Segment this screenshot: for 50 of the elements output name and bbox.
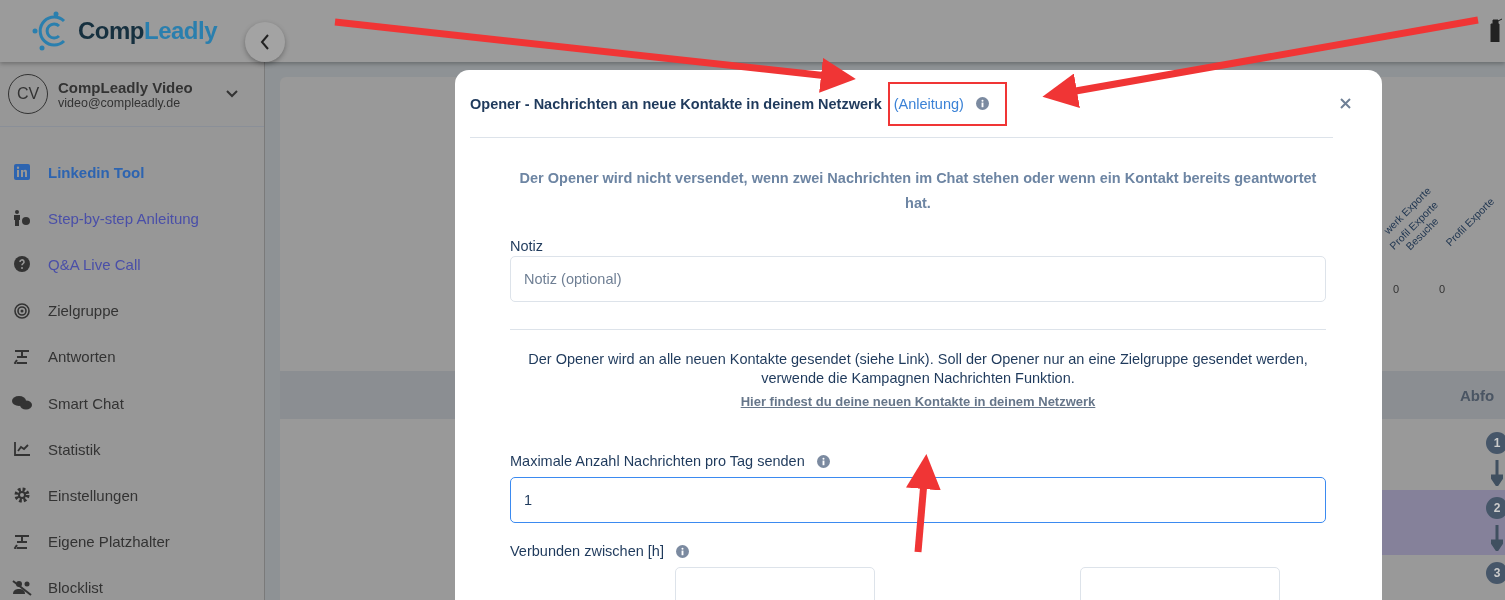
help-icon [12, 256, 32, 273]
step-number: 1 [1486, 432, 1505, 454]
linkedin-icon [12, 164, 32, 181]
account-switcher[interactable]: CV CompLeadly Video video@compleadly.de [0, 62, 264, 127]
max-messages-input[interactable]: 1 [510, 477, 1326, 523]
line-chart-icon [12, 442, 32, 457]
settings-icon [12, 487, 32, 504]
collapse-sidebar-button[interactable] [245, 22, 285, 62]
step-number: 3 [1486, 562, 1505, 584]
field-label: Notiz [510, 238, 545, 254]
sidebar-item[interactable]: Eigene Platzhalter [0, 518, 264, 565]
sidebar-item[interactable]: Q&A Live Call [0, 241, 264, 288]
info-icon[interactable] [816, 454, 830, 468]
sidebar-item[interactable]: Statistik [0, 426, 264, 473]
sidebar-item[interactable]: Zielgruppe [0, 287, 264, 334]
info-icon[interactable] [675, 544, 689, 558]
person-question-icon [12, 210, 32, 227]
sidebar-item[interactable]: Smart Chat [0, 379, 264, 427]
info-text: Der Opener wird an alle neuen Kontakte gesendet (siehe Link). Soll der Opener nur an eine Zielgruppe gesendet werden, verwende die Kampagnen Nachrichten Funktion. [527, 350, 1309, 388]
column-header: Abfo [1460, 386, 1495, 404]
table-value: 0 [1439, 283, 1446, 295]
info-icon[interactable] [975, 97, 989, 110]
logo-text: CompLeadly [78, 17, 218, 45]
hours-from-input[interactable] [675, 567, 875, 600]
extinguisher-icon[interactable] [1487, 16, 1503, 42]
chevron-left-icon [260, 34, 270, 50]
target-icon [12, 302, 32, 319]
swap-icon [12, 349, 32, 364]
guide-link[interactable]: (Anleitung) [893, 95, 964, 112]
close-icon [1340, 98, 1351, 109]
chevron-down-icon [226, 90, 238, 98]
dialog-title: Opener - Nachrichten an neue Kontakte in deinem Netzwerk [470, 95, 882, 112]
contacts-link[interactable]: Hier findest du deine neuen Kontakte in deinem Netzwerk [740, 394, 1096, 409]
arrow-down-icon [1491, 525, 1503, 551]
field-label: Verbunden zwischen [h] [510, 543, 664, 559]
sidebar-item[interactable]: Blocklist [0, 564, 264, 600]
account-email: video@compleadly.de [58, 95, 182, 110]
chat-bubbles-icon [12, 395, 32, 412]
sidebar-item[interactable]: Einstellungen [0, 472, 264, 519]
account-name: CompLeadly Video [58, 78, 194, 96]
notice-text: Der Opener wird nicht versendet, wenn zwei Nachrichten im Chat stehen oder wenn ein Kontakt bereits geantwortet hat. [518, 169, 1318, 213]
arrow-down-icon [1491, 460, 1503, 486]
note-input[interactable]: Notiz (optional) [510, 256, 1326, 302]
sidebar-item[interactable]: Step-by-step Anleitung [0, 195, 264, 242]
hours-to-input[interactable] [1080, 567, 1280, 600]
table-value: 0 [1393, 283, 1400, 295]
sidebar-item[interactable]: Antworten [0, 333, 264, 380]
swap-icon [12, 534, 32, 549]
users-slash-icon [12, 579, 32, 596]
field-label: Maximale Anzahl Nachrichten pro Tag senden [510, 453, 805, 469]
